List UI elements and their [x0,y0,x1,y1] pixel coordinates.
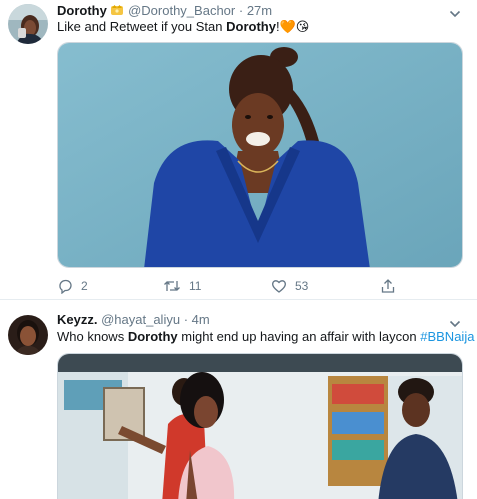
retweet-button[interactable]: 11 [163,276,201,296]
display-name[interactable]: Keyzz. [57,312,97,327]
like-icon [271,278,287,294]
tweet-text-bold: Dorothy [226,19,276,34]
tweet-actions: 2 11 53 [57,276,463,296]
display-name[interactable]: Dorothy [57,3,107,18]
tweet-text-bold: Dorothy [127,329,178,344]
timestamp[interactable]: 4m [192,312,210,327]
chevron-down-icon[interactable] [449,316,461,328]
hashtag-link[interactable]: #BBNaija [420,329,474,344]
reply-icon [57,278,73,294]
like-count: 53 [295,279,309,293]
like-button[interactable]: 53 [271,276,308,296]
share-icon [380,278,396,294]
avatar-dorothy[interactable] [8,4,48,44]
tweet-photo[interactable] [57,353,463,499]
share-button[interactable] [380,276,396,296]
tweet-text-part: !🧡😘 [275,19,310,34]
tweet-text-part: might end up having an affair with layco… [177,329,421,344]
tweet-photo[interactable] [57,42,463,268]
tweet-text: Who knows Dorothy might end up having an… [57,328,474,346]
retweet-icon [163,278,181,294]
chevron-down-icon[interactable] [449,6,461,18]
handle[interactable]: @Dorothy_Bachor [128,3,235,18]
timestamp[interactable]: 27m [247,3,272,18]
separator-dot: · [183,312,189,327]
retweet-count: 11 [189,279,202,293]
reply-button[interactable]: 2 [57,276,88,296]
tweet-text-part: Like and Retweet if you Stan [57,19,227,34]
tweet-dorothy[interactable]: Dorothy @Dorothy_Bachor · 27m Like and R… [0,0,477,300]
tweet-keyzz[interactable]: Keyzz. @hayat_aliyu · 4m Who knows Dorot… [0,303,477,499]
tweet-text-part: Who knows [57,329,128,344]
avatar-keyzz[interactable] [8,315,48,355]
separator-dot: · [238,3,244,18]
handle[interactable]: @hayat_aliyu [101,312,180,327]
tweet-text: Like and Retweet if you Stan Dorothy!🧡😘 [57,18,309,36]
reply-count: 2 [81,279,88,293]
tweet-header: Keyzz. @hayat_aliyu · 4m [57,311,210,329]
